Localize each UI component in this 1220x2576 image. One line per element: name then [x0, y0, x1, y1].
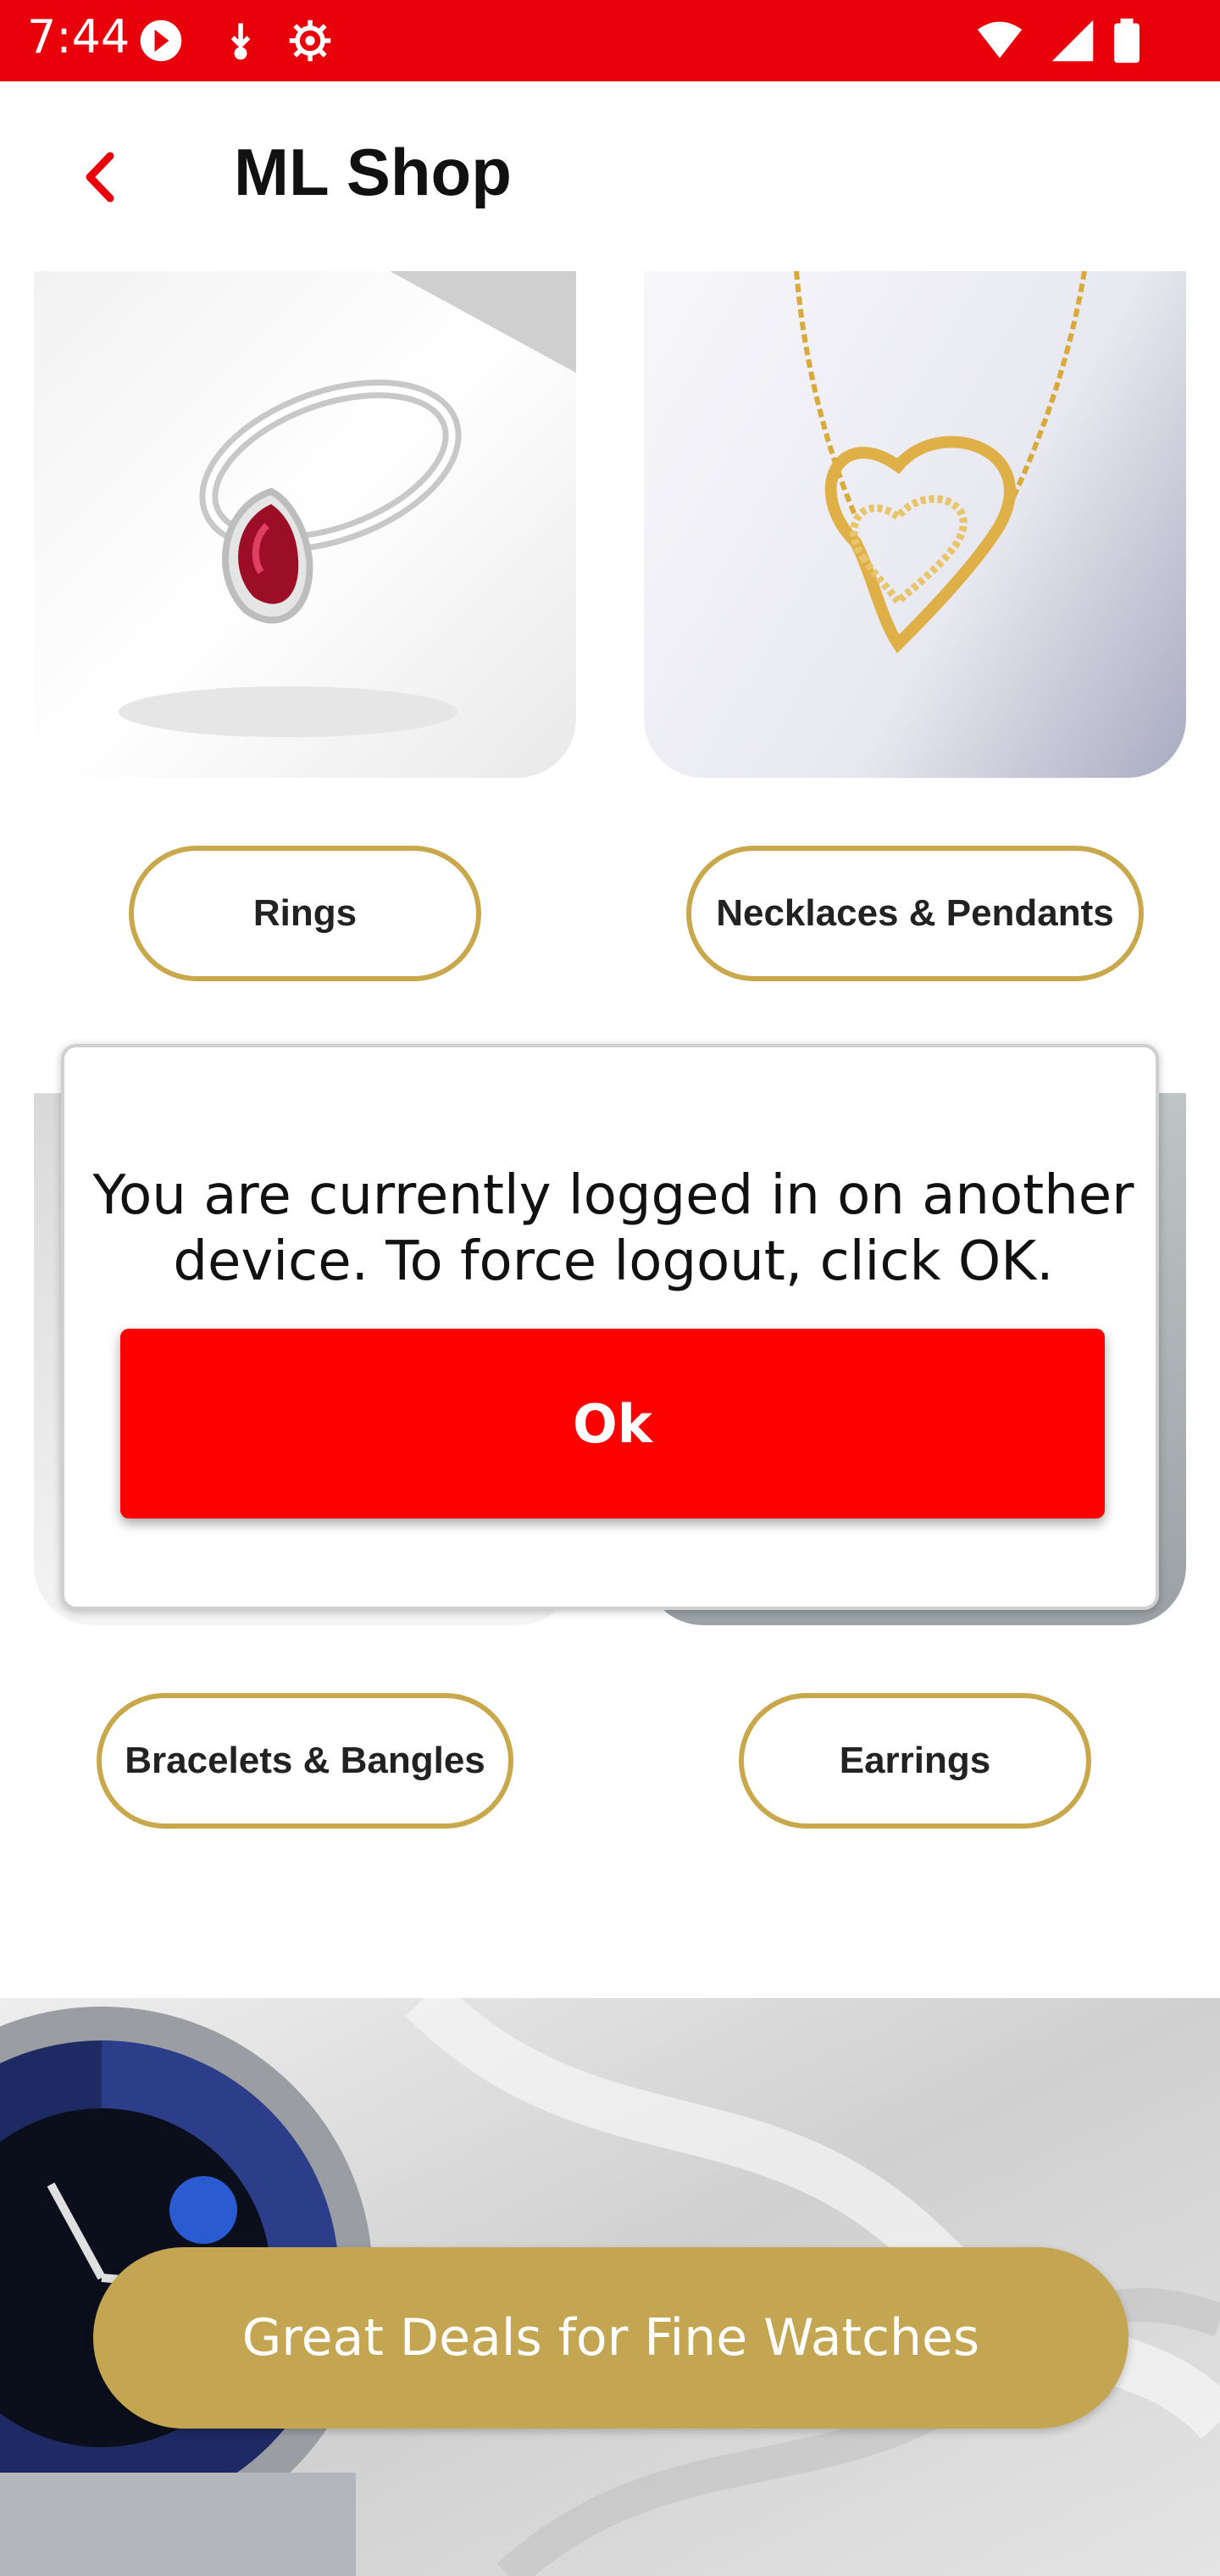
ok-button[interactable]: Ok — [120, 1329, 1105, 1518]
page-title: ML Shop — [234, 135, 512, 209]
gold-heart-necklace-image — [794, 271, 1087, 653]
wifi-icon — [977, 21, 1023, 58]
great-deals-button[interactable]: Great Deals for Fine Watches — [93, 2247, 1128, 2429]
rings-button[interactable]: Rings — [129, 846, 481, 981]
battery-icon — [1114, 18, 1140, 64]
app-bar — [0, 81, 1220, 271]
ruby-ring-image — [119, 271, 576, 737]
logout-dialog: You are currently logged in on another d… — [61, 1044, 1159, 1610]
category-tile-rings[interactable] — [34, 271, 576, 778]
download-icon — [230, 23, 251, 60]
signal-icon — [1051, 19, 1094, 62]
status-time: 7:44 — [27, 10, 130, 64]
necklaces-pendants-button[interactable]: Necklaces & Pendants — [686, 846, 1144, 981]
app-notification-icon — [140, 19, 182, 62]
chevron-left-icon[interactable] — [75, 147, 125, 207]
status-bar: 7:44 — [0, 0, 1220, 81]
category-tile-necklaces[interactable] — [644, 271, 1186, 778]
dialog-message: You are currently logged in on another d… — [92, 1164, 1134, 1293]
settings-icon — [289, 19, 331, 62]
earrings-button[interactable]: Earrings — [739, 1693, 1091, 1829]
bracelets-bangles-button[interactable]: Bracelets & Bangles — [97, 1693, 513, 1829]
